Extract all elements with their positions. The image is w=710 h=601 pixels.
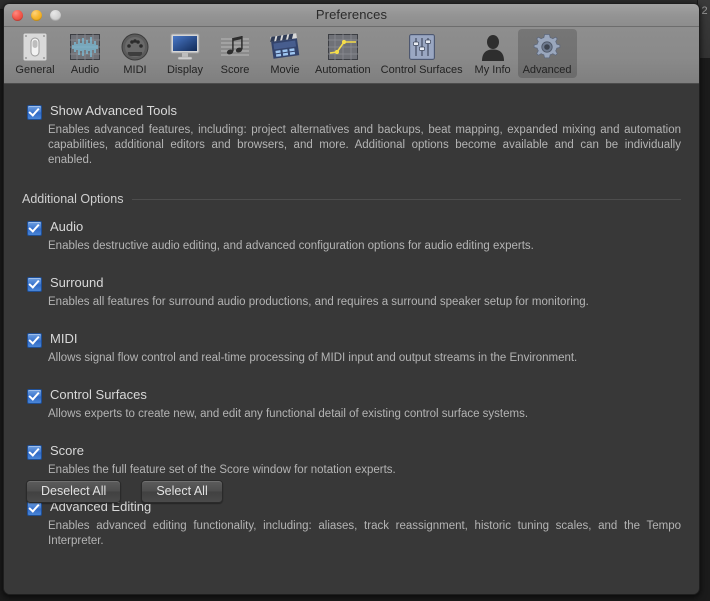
control-surfaces-label: Control Surfaces <box>50 387 147 402</box>
tab-movie[interactable]: Movie <box>260 29 310 78</box>
surround-label: Surround <box>50 275 104 290</box>
tab-midi-label: MIDI <box>123 64 147 76</box>
deselect-all-button[interactable]: Deselect All <box>26 480 122 503</box>
option-control-surfaces: Control Surfaces Allows experts to creat… <box>27 387 681 422</box>
surround-header[interactable]: Surround <box>27 275 681 292</box>
gear-icon <box>531 31 563 63</box>
show-advanced-tools-description: Enables advanced features, including: pr… <box>48 124 681 166</box>
preferences-content: Show Advanced Tools Enables advanced fea… <box>4 84 699 594</box>
tab-general[interactable]: General <box>10 29 60 78</box>
clapperboard-icon <box>269 31 301 63</box>
tab-automation-label: Automation <box>315 64 371 76</box>
tab-general-label: General <box>15 64 55 76</box>
midi-port-icon <box>119 31 151 63</box>
window-titlebar[interactable]: Preferences <box>4 4 699 27</box>
advanced-editing-description: Enables advanced editing functionality, … <box>48 520 681 547</box>
midi-header[interactable]: MIDI <box>27 331 681 348</box>
control-surfaces-description: Allows experts to create new, and edit a… <box>48 408 529 420</box>
tab-advanced-label: Advanced <box>522 64 572 76</box>
show-advanced-tools-header[interactable]: Show Advanced Tools <box>27 103 681 120</box>
toggle-switch-icon <box>19 31 51 63</box>
score-checkbox[interactable] <box>27 445 42 460</box>
surround-checkbox[interactable] <box>27 277 42 292</box>
tab-my-info-label: My Info <box>474 64 511 76</box>
automation-curve-icon <box>327 31 359 63</box>
control-surfaces-header[interactable]: Control Surfaces <box>27 387 681 404</box>
option-midi: MIDI Allows signal flow control and real… <box>27 331 681 366</box>
action-buttons: Deselect All Select All <box>26 480 223 503</box>
section-divider <box>132 198 681 200</box>
tab-display[interactable]: Display <box>160 29 210 78</box>
background-window-label: 2 <box>701 5 708 17</box>
tab-advanced[interactable]: Advanced <box>517 29 577 78</box>
score-label: Score <box>50 443 84 458</box>
window-title: Preferences <box>315 7 388 22</box>
tab-control-surfaces[interactable]: Control Surfaces <box>376 29 468 78</box>
section-additional-options-title: Additional Options <box>22 192 124 206</box>
tab-my-info[interactable]: My Info <box>468 29 518 78</box>
audio-label: Audio <box>50 219 84 234</box>
desktop-background: 2 Preferences General Audio MIDI Display… <box>0 0 710 601</box>
preferences-toolbar: General Audio MIDI Display Score Movie A… <box>4 27 699 84</box>
music-notes-icon <box>219 31 251 63</box>
select-all-button[interactable]: Select All <box>141 480 223 503</box>
score-description: Enables the full feature set of the Scor… <box>48 464 396 476</box>
tab-midi[interactable]: MIDI <box>110 29 160 78</box>
option-score: Score Enables the full feature set of th… <box>27 443 681 478</box>
tab-display-label: Display <box>166 64 204 76</box>
midi-checkbox[interactable] <box>27 333 42 348</box>
midi-label: MIDI <box>50 331 78 346</box>
tab-audio-label: Audio <box>70 64 100 76</box>
tab-automation[interactable]: Automation <box>310 29 376 78</box>
tab-control-surfaces-label: Control Surfaces <box>380 64 463 76</box>
waveform-icon <box>69 31 101 63</box>
show-advanced-tools-checkbox[interactable] <box>27 105 42 120</box>
audio-header[interactable]: Audio <box>27 219 681 236</box>
option-advanced-editing: Advanced Editing Enables advanced editin… <box>27 499 681 549</box>
midi-description: Allows signal flow control and real-time… <box>48 352 578 364</box>
control-surfaces-checkbox[interactable] <box>27 389 42 404</box>
monitor-icon <box>169 31 201 63</box>
advanced-editing-checkbox[interactable] <box>27 501 42 516</box>
option-audio: Audio Enables destructive audio editing,… <box>27 219 681 254</box>
audio-description: Enables destructive audio editing, and a… <box>48 240 534 252</box>
tab-score-label: Score <box>220 64 250 76</box>
section-additional-options: Additional Options <box>22 192 681 206</box>
option-show-advanced-tools: Show Advanced Tools Enables advanced fea… <box>27 103 681 168</box>
audio-checkbox[interactable] <box>27 221 42 236</box>
option-surround: Surround Enables all features for surrou… <box>27 275 681 310</box>
tab-score[interactable]: Score <box>210 29 260 78</box>
surround-description: Enables all features for surround audio … <box>48 296 589 308</box>
score-header[interactable]: Score <box>27 443 681 460</box>
tab-audio[interactable]: Audio <box>60 29 110 78</box>
tab-movie-label: Movie <box>270 64 300 76</box>
person-icon <box>477 31 509 63</box>
preferences-window: Preferences General Audio MIDI Display S… <box>3 3 700 595</box>
show-advanced-tools-label: Show Advanced Tools <box>50 103 177 118</box>
faders-icon <box>406 31 438 63</box>
